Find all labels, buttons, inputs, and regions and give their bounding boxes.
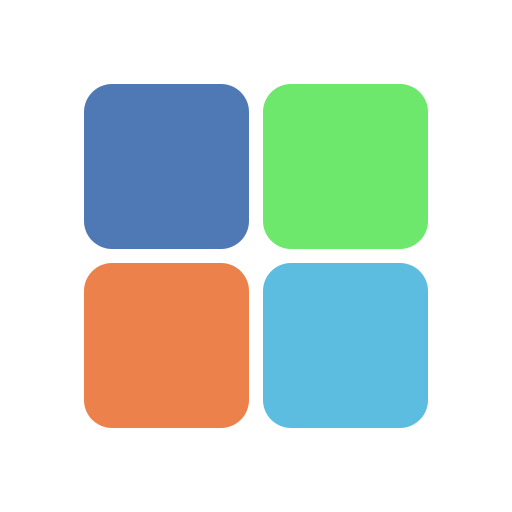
tile-green: [263, 84, 428, 249]
tile-light-blue: [263, 263, 428, 428]
four-squares-logo: [84, 84, 428, 428]
tile-orange: [84, 263, 249, 428]
tile-blue: [84, 84, 249, 249]
